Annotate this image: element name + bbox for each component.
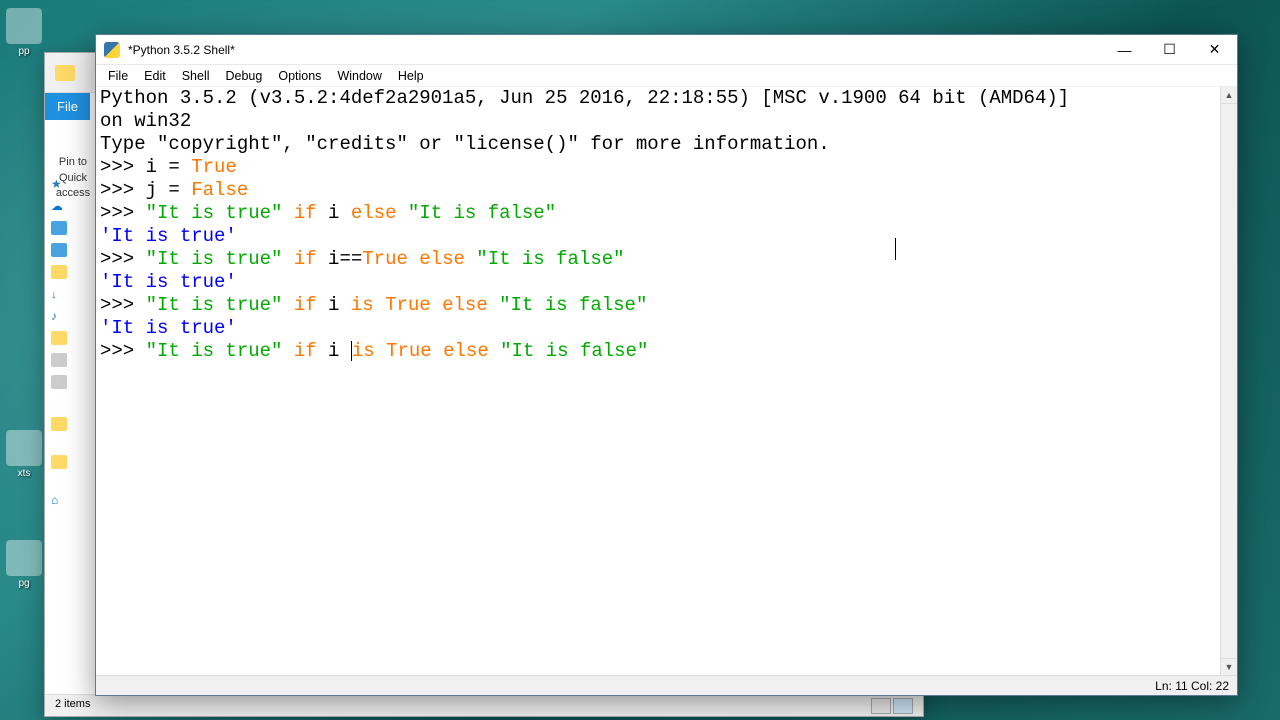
desktop-icon[interactable]: pg (2, 540, 46, 589)
menu-options[interactable]: Options (270, 67, 329, 85)
idle-title: *Python 3.5.2 Shell* (128, 43, 1102, 57)
folder-icon (55, 65, 75, 81)
sidebar-item[interactable]: ☁ (45, 195, 95, 217)
python-icon (104, 42, 120, 58)
sidebar-item[interactable] (45, 327, 95, 349)
download-icon: ↓ (51, 287, 67, 301)
pc-icon (51, 221, 67, 235)
sidebar-item[interactable]: ⌂ (45, 489, 95, 511)
view-details-button[interactable] (871, 698, 891, 714)
sidebar-item[interactable] (45, 239, 95, 261)
explorer-view-switcher (871, 698, 913, 713)
idle-window: *Python 3.5.2 Shell* — ☐ ✕ File Edit She… (95, 34, 1238, 696)
sidebar-item[interactable] (45, 371, 95, 393)
vertical-scrollbar[interactable]: ▲ ▼ (1220, 87, 1237, 675)
minimize-button[interactable]: — (1102, 35, 1147, 65)
cloud-icon: ☁ (51, 199, 67, 213)
sidebar-item[interactable] (45, 451, 95, 473)
sidebar-item[interactable] (45, 261, 95, 283)
sidebar-item[interactable]: ★ (45, 173, 95, 195)
sidebar-item[interactable]: ♪ (45, 305, 95, 327)
close-button[interactable]: ✕ (1192, 35, 1237, 65)
idle-menubar: File Edit Shell Debug Options Window Hel… (96, 65, 1237, 87)
music-icon: ♪ (51, 309, 67, 323)
maximize-button[interactable]: ☐ (1147, 35, 1192, 65)
idle-shell-text[interactable]: Python 3.5.2 (v3.5.2:4def2a2901a5, Jun 2… (96, 87, 1220, 675)
sidebar-item[interactable]: ↓ (45, 283, 95, 305)
menu-file[interactable]: File (100, 67, 136, 85)
explorer-statusbar: 2 items (45, 694, 923, 716)
idle-titlebar[interactable]: *Python 3.5.2 Shell* — ☐ ✕ (96, 35, 1237, 65)
sidebar-item[interactable] (45, 413, 95, 435)
scroll-up-button[interactable]: ▲ (1221, 87, 1237, 104)
folder-icon (51, 331, 67, 345)
desktop-icon-label: pp (2, 46, 46, 57)
menu-window[interactable]: Window (329, 67, 389, 85)
folder-icon (51, 265, 67, 279)
menu-debug[interactable]: Debug (218, 67, 271, 85)
scroll-down-button[interactable]: ▼ (1221, 658, 1237, 675)
menu-help[interactable]: Help (390, 67, 432, 85)
explorer-tab-file[interactable]: File (45, 93, 90, 120)
desktop-icon[interactable]: xts (2, 430, 46, 479)
sidebar-item[interactable] (45, 217, 95, 239)
desktop-icon (51, 243, 67, 257)
menu-edit[interactable]: Edit (136, 67, 174, 85)
editor-caret-marker (895, 238, 896, 260)
star-icon: ★ (51, 177, 67, 191)
desktop-icon[interactable]: pp (2, 8, 46, 57)
desktop-icon-label: xts (2, 468, 46, 479)
explorer-sidebar: ★ ☁ ↓ ♪ ⌂ (45, 173, 95, 511)
drive-icon (51, 353, 67, 367)
view-large-button[interactable] (893, 698, 913, 714)
explorer-item-count: 2 items (55, 698, 90, 713)
idle-editor-area: Python 3.5.2 (v3.5.2:4def2a2901a5, Jun 2… (96, 87, 1237, 675)
folder-icon (51, 417, 67, 431)
window-controls: — ☐ ✕ (1102, 35, 1237, 65)
folder-icon (51, 455, 67, 469)
menu-shell[interactable]: Shell (174, 67, 218, 85)
sidebar-item[interactable] (45, 349, 95, 371)
drive-icon (51, 375, 67, 389)
idle-cursor-position: Ln: 11 Col: 22 (1155, 679, 1229, 693)
homegroup-icon: ⌂ (51, 493, 67, 507)
desktop-icon-label: pg (2, 578, 46, 589)
idle-statusbar: Ln: 11 Col: 22 (96, 675, 1237, 695)
